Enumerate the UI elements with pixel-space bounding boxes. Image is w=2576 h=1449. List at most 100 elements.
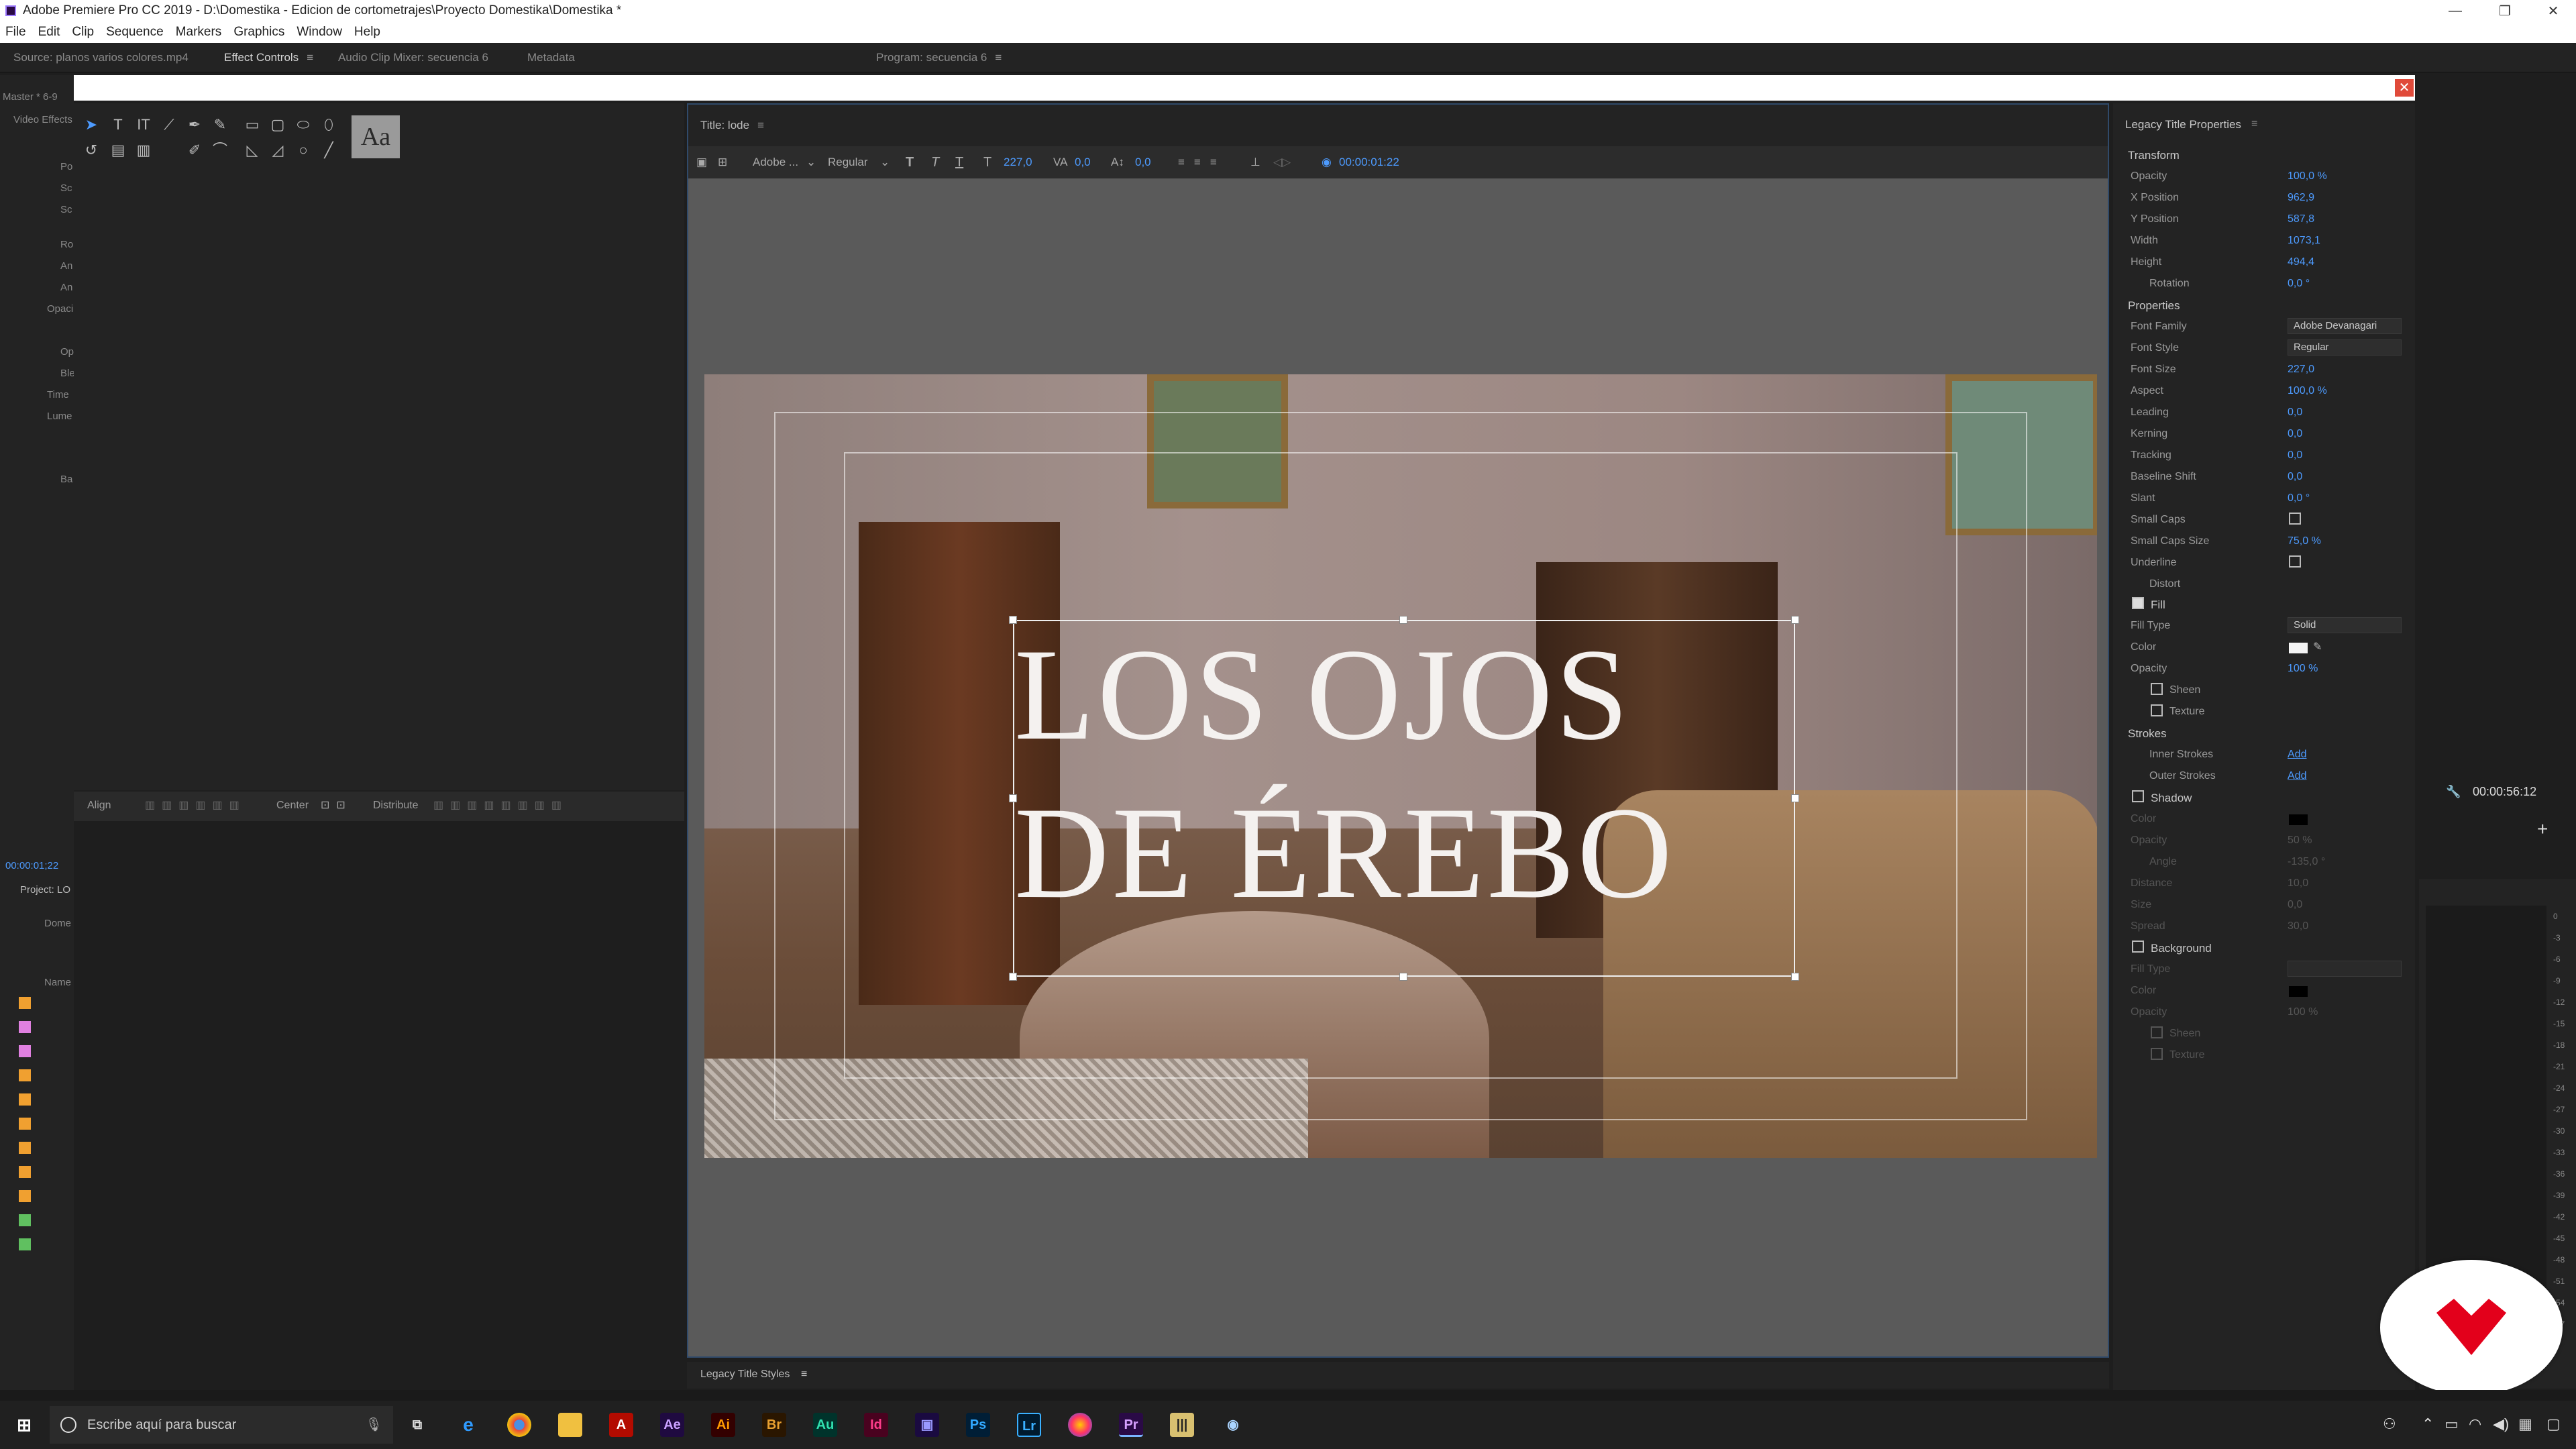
resize-handle[interactable] [1009,973,1017,981]
line-tool-icon[interactable]: ╱ [319,141,338,160]
effect-row[interactable]: Lume [47,411,72,422]
after-effects-icon[interactable]: Ae [660,1413,684,1437]
indesign-icon[interactable]: Id [864,1413,888,1437]
davinci-icon[interactable] [1068,1413,1092,1437]
panel-menu-icon[interactable]: ≡ [2251,118,2257,130]
minimize-button[interactable]: — [2435,0,2475,21]
rectangle-tool-icon[interactable]: ▭ [243,115,262,134]
network-icon[interactable]: ▭ [2445,1415,2459,1433]
opacity-value[interactable]: 100,0 % [2288,170,2327,182]
slant-value[interactable]: 0,0 ° [2288,492,2310,504]
center-buttons[interactable]: ⊡⊡ [321,798,352,812]
tab-audio-clip-mixer[interactable]: Audio Clip Mixer: secuencia 6 [338,43,488,72]
transform-section[interactable]: Transform [2128,149,2180,162]
background-checkbox[interactable] [2132,941,2144,953]
effect-controls-timecode[interactable]: 00:00:01;22 [5,860,58,871]
shadow-checkbox[interactable] [2132,790,2144,802]
fill-opacity-value[interactable]: 100 % [2288,663,2318,675]
resize-handle[interactable] [1791,616,1799,624]
font-family-dropdown[interactable]: Adobe ... [753,146,798,178]
sheen-label[interactable]: Sheen [2169,684,2200,696]
menu-sequence[interactable]: Sequence [106,25,164,40]
tracking-value[interactable]: 0,0 [2288,449,2302,462]
type-tool-icon[interactable]: T [109,115,127,134]
shadow-color-swatch[interactable] [2289,814,2308,825]
tab-stops-icon[interactable]: ⊥ [1250,146,1260,178]
italic-icon[interactable]: T [931,146,939,178]
panel-menu-icon[interactable]: ≡ [801,1368,807,1381]
strokes-section[interactable]: Strokes [2128,727,2167,741]
add-button[interactable]: + [2537,818,2548,840]
background-timecode[interactable]: 00:00:01:22 [1339,146,1399,178]
convert-anchor-tool-icon[interactable]: ⌒ [211,141,229,160]
baseline-value[interactable]: 0,0 [1135,146,1151,178]
taskbar-search[interactable]: Escribe aquí para buscar 🎙 [50,1406,393,1444]
wifi-icon[interactable]: ◠ [2469,1415,2481,1433]
texture-checkbox[interactable] [2151,704,2163,716]
effect-row[interactable]: Sc [60,204,72,215]
distort-section[interactable]: Distort [2149,578,2180,590]
chevron-down-icon[interactable]: ⌄ [880,146,890,178]
background-video-frame[interactable]: LOS OJOS DE ÉREBO [704,374,2097,1158]
lightroom-icon[interactable]: Lr [1017,1413,1041,1437]
background-video-icon[interactable]: ◉ [1322,146,1332,178]
add-inner-stroke-link[interactable]: Add [2288,749,2306,761]
bg-color-swatch[interactable] [2289,986,2308,997]
paragraph-align-buttons[interactable]: ≡≡≡ [1178,146,1226,178]
notification-icon[interactable]: ▢ [2546,1415,2561,1433]
tab-source[interactable]: Source: planos varios colores.mp4 [13,43,189,72]
chrome-icon[interactable] [507,1413,531,1437]
resize-handle[interactable] [1791,794,1799,802]
close-title-dialog-button[interactable]: ✕ [2394,78,2415,98]
fill-section[interactable]: Fill [2151,598,2165,612]
file-explorer-icon[interactable] [558,1413,582,1437]
restore-button[interactable]: ❐ [2485,0,2525,21]
effect-row[interactable]: Ro [60,239,73,250]
vertical-area-type-tool-icon[interactable]: ▥ [134,141,153,160]
wedge-tool-icon[interactable]: ◺ [243,141,262,160]
menu-window[interactable]: Window [297,25,342,40]
effect-row[interactable]: Ba [60,474,72,485]
tab-program[interactable]: Program: secuencia 6 ≡ [876,43,1002,72]
ellipse-tool-icon[interactable]: ⬯ [319,115,338,134]
texture-label[interactable]: Texture [2169,706,2204,718]
kerning-value[interactable]: 0,0 [2288,428,2302,440]
underline-checkbox[interactable] [2289,555,2301,568]
effect-row[interactable]: Opaci [47,303,73,315]
effect-row[interactable]: Sc [60,182,72,194]
menu-file[interactable]: File [5,25,26,40]
audition-icon[interactable]: Au [813,1413,837,1437]
playback-controls[interactable]: ◁▷ [1273,146,1291,178]
y-position-value[interactable]: 587,8 [2288,213,2314,225]
small-caps-size-value[interactable]: 75,0 % [2288,535,2321,547]
resize-handle[interactable] [1399,973,1407,981]
distribute-buttons[interactable]: ▥▥▥▥▥▥▥▥ [433,798,568,812]
effect-row[interactable]: Ble [60,368,75,379]
aspect-value[interactable]: 100,0 % [2288,385,2327,397]
edge-icon[interactable]: e [456,1413,480,1437]
rounded-rect-tool-icon[interactable]: ▢ [268,115,287,134]
eyedropper-icon[interactable]: ✎ [2313,640,2322,653]
wrench-icon[interactable]: 🔧 [2446,785,2461,799]
small-caps-checkbox[interactable] [2289,513,2301,525]
effect-row[interactable]: An [60,260,72,272]
panel-menu-icon[interactable]: ≡ [307,43,313,72]
shadow-section[interactable]: Shadow [2151,792,2192,805]
tab-metadata[interactable]: Metadata [527,43,575,72]
height-value[interactable]: 494,4 [2288,256,2314,268]
leading-value[interactable]: 0,0 [2288,407,2302,419]
app-icon[interactable]: ◉ [1221,1413,1245,1437]
menu-graphics[interactable]: Graphics [233,25,284,40]
menu-markers[interactable]: Markers [176,25,222,40]
people-icon[interactable]: ⚇ [2383,1415,2396,1433]
align-buttons[interactable]: ▥▥▥▥▥▥ [145,798,246,812]
roll-crawl-icon[interactable]: ⊞ [718,146,727,178]
effect-row[interactable]: Op [60,346,74,358]
legacy-title-styles-label[interactable]: Legacy Title Styles [700,1368,790,1381]
delete-anchor-tool-icon[interactable]: ✐ [185,141,204,160]
bridge-icon[interactable]: Br [762,1413,786,1437]
tab-effect-controls[interactable]: Effect Controls ≡ [224,43,313,72]
new-title-icon[interactable]: ▣ [696,146,707,178]
x-position-value[interactable]: 962,9 [2288,192,2314,204]
title-text[interactable]: LOS OJOS DE ÉREBO [1014,616,1786,932]
